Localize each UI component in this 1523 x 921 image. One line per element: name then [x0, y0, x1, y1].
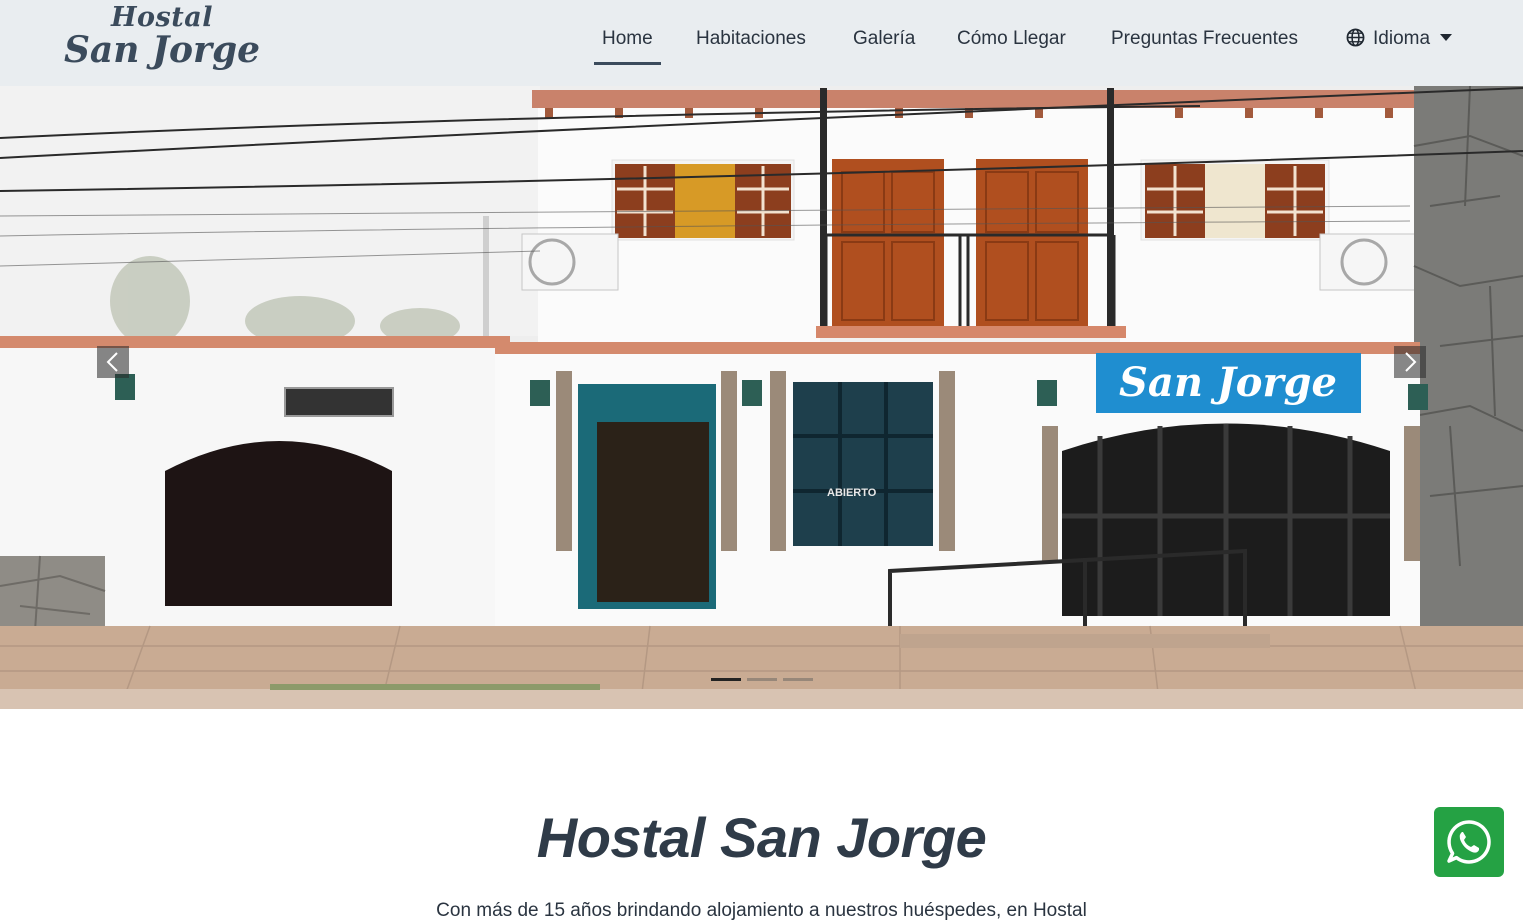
door-sign-text: ABIERTO	[827, 487, 877, 499]
language-label: Idioma	[1373, 28, 1431, 49]
nav-item-galeria[interactable]: Galería	[853, 28, 915, 50]
hero-image: ABIERTO San Jorge	[0, 86, 1523, 709]
carousel-next-button[interactable]	[1394, 346, 1426, 378]
hostal-sign-text: San Jorge	[1119, 359, 1337, 406]
globe-icon	[1346, 28, 1365, 53]
nav-item-habitaciones[interactable]: Habitaciones	[696, 28, 806, 50]
hero-carousel: ABIERTO San Jorge	[0, 86, 1523, 709]
chevron-left-icon	[106, 352, 118, 372]
page-title: Hostal San Jorge	[536, 806, 987, 869]
nav-item-home[interactable]: Home	[594, 28, 661, 65]
nav-item-como-llegar[interactable]: Cómo Llegar	[957, 28, 1066, 50]
whatsapp-button[interactable]	[1434, 807, 1504, 877]
carousel-prev-button[interactable]	[97, 346, 129, 378]
carousel-indicator-3[interactable]	[783, 678, 813, 681]
carousel-indicator-1[interactable]	[711, 678, 741, 681]
language-dropdown[interactable]: Idioma	[1346, 28, 1453, 53]
nav-item-preguntas[interactable]: Preguntas Frecuentes	[1111, 28, 1298, 50]
chevron-right-icon	[1405, 352, 1417, 372]
intro-text: Con más de 15 años brindando alojamiento…	[436, 900, 1087, 921]
navbar: Hostal San Jorge Home Habitaciones Galer…	[0, 0, 1523, 86]
nav-menu: Home Habitaciones Galería Cómo Llegar Pr…	[0, 0, 1523, 86]
whatsapp-icon	[1447, 820, 1491, 864]
caret-down-icon	[1440, 34, 1453, 41]
carousel-indicator-2[interactable]	[747, 678, 777, 681]
carousel-indicators	[711, 678, 813, 681]
